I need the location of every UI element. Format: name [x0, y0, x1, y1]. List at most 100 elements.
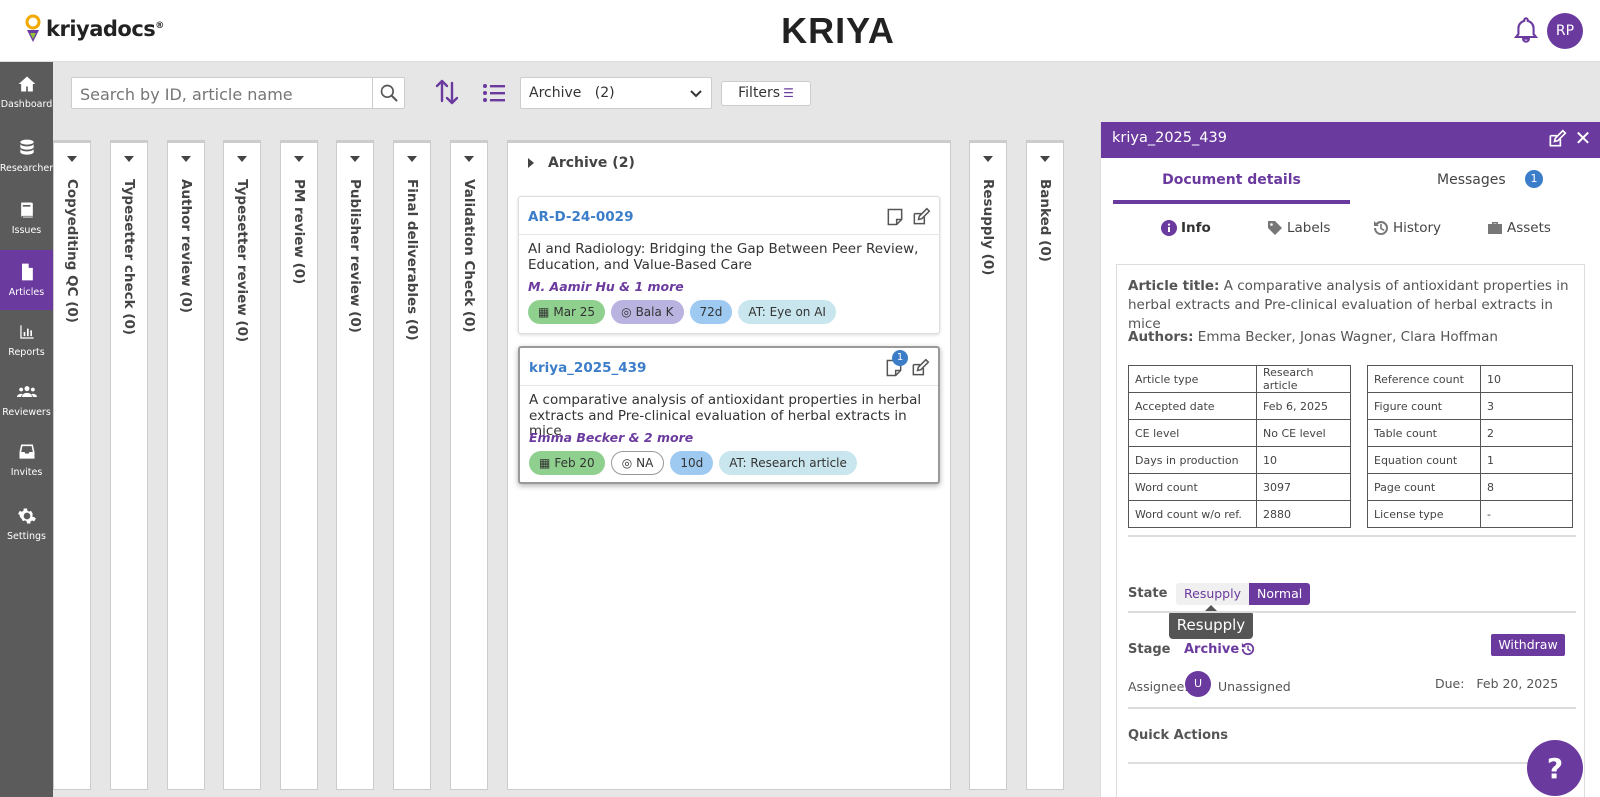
search-icon[interactable]: [379, 83, 399, 103]
meta-value: 2: [1480, 419, 1573, 447]
collapse-arrow-icon[interactable]: [67, 156, 77, 162]
state-option-resupply[interactable]: Resupply: [1176, 583, 1249, 605]
metadata-table-left: Article type Research article Accepted da…: [1128, 365, 1351, 528]
collapse-arrow-icon[interactable]: [407, 156, 417, 162]
article-card-selected[interactable]: kriya_2025_439 1 A comparative analysis …: [518, 346, 940, 484]
sidebar-item-reviewers[interactable]: Reviewers: [0, 370, 53, 430]
assignee-tag[interactable]: ◎ NA: [610, 451, 665, 475]
divider: [1128, 762, 1576, 764]
withdraw-button[interactable]: Withdraw: [1491, 634, 1565, 656]
state-label: State: [1128, 586, 1168, 601]
assignee-tag[interactable]: ◎ Bala K: [611, 300, 684, 324]
divider: [1128, 707, 1576, 709]
sidebar-item-settings[interactable]: Settings: [0, 494, 53, 554]
subtab-history[interactable]: History: [1373, 220, 1441, 236]
subtab-info[interactable]: Info: [1161, 220, 1211, 236]
assignee-avatar[interactable]: U: [1185, 671, 1211, 697]
meta-key: License type: [1367, 500, 1481, 528]
meta-key: Article type: [1128, 365, 1257, 393]
edit-icon[interactable]: [911, 207, 931, 227]
help-button[interactable]: ?: [1527, 740, 1583, 796]
meta-key: Equation count: [1367, 446, 1481, 474]
notification-bell-icon[interactable]: [1512, 16, 1540, 44]
search-input[interactable]: [80, 82, 370, 106]
meta-value: Feb 6, 2025: [1256, 392, 1351, 420]
column-copyediting-qc[interactable]: Copyediting QC (0): [53, 140, 91, 790]
stage-history-icon[interactable]: [1241, 642, 1255, 656]
note-with-badge[interactable]: 1: [884, 350, 908, 378]
sort-icon[interactable]: [435, 78, 459, 106]
article-id-link[interactable]: kriya_2025_439: [529, 360, 646, 376]
sidebar-item-articles[interactable]: Articles: [0, 250, 53, 310]
column-final-deliverables[interactable]: Final deliverables (0): [393, 140, 431, 790]
assignee-value[interactable]: Unassigned: [1218, 679, 1291, 694]
filters-button[interactable]: Filters ☰: [721, 81, 811, 106]
due-date-tag: ▦ Feb 20: [529, 451, 605, 475]
people-icon: [16, 386, 37, 397]
edit-icon[interactable]: [910, 358, 930, 378]
archive-column-header[interactable]: Archive (2): [528, 155, 635, 171]
subtab-assets[interactable]: Assets: [1487, 220, 1551, 236]
column-publisher-review[interactable]: Publisher review (0): [336, 140, 374, 790]
card-divider: [520, 385, 938, 386]
column-pm-review[interactable]: PM review (0): [280, 140, 318, 790]
sidebar-item-issues[interactable]: Issues: [0, 188, 53, 248]
state-option-normal[interactable]: Normal: [1249, 583, 1311, 605]
edit-icon[interactable]: [1547, 129, 1567, 149]
collapse-arrow-icon[interactable]: [181, 156, 191, 162]
column-typesetter-check[interactable]: Typesetter check (0): [110, 140, 148, 790]
collapse-arrow-icon[interactable]: [124, 156, 134, 162]
filters-label: Filters: [738, 85, 781, 101]
column-resupply[interactable]: Resupply (0): [969, 140, 1007, 790]
column-archive: Archive (2) AR-D-24-0029 AI and Radiolog…: [507, 140, 951, 790]
panel-title: kriya_2025_439: [1112, 130, 1227, 146]
collapse-arrow-icon[interactable]: [237, 156, 247, 162]
meta-key: Days in production: [1128, 446, 1257, 474]
stage-select[interactable]: Archive (2): [520, 77, 712, 109]
meta-key: Table count: [1367, 419, 1481, 447]
authors-value: Emma Becker, Jonas Wagner, Clara Hoffman: [1197, 329, 1498, 345]
sidebar-item-dashboard[interactable]: Dashboard: [0, 62, 53, 122]
authors-field: Authors: Emma Becker, Jonas Wagner, Clar…: [1128, 329, 1498, 345]
table-row: Equation count 1: [1367, 446, 1573, 474]
user-avatar[interactable]: RP: [1547, 13, 1583, 49]
collapse-arrow-icon[interactable]: [983, 156, 993, 162]
subtab-label: Labels: [1287, 220, 1331, 236]
due-label: Due:: [1435, 676, 1465, 691]
collapse-arrow-icon[interactable]: [294, 156, 304, 162]
panel-header: kriya_2025_439 ✕: [1101, 122, 1600, 158]
column-label: Banked (0): [1037, 179, 1053, 262]
tab-messages[interactable]: Messages: [1437, 172, 1506, 188]
tab-document-details[interactable]: Document details: [1113, 172, 1350, 188]
column-banked[interactable]: Banked (0): [1026, 140, 1064, 790]
note-icon[interactable]: [885, 207, 905, 227]
inbox-icon: [19, 444, 34, 459]
user-circle-icon: ◎: [621, 305, 632, 319]
column-author-review[interactable]: Author review (0): [167, 140, 205, 790]
article-authors[interactable]: Emma Becker & 2 more: [529, 430, 693, 445]
sidebar-item-researcher[interactable]: Researcher: [0, 126, 53, 186]
table-row: Reference count 10: [1367, 365, 1573, 393]
table-row: Days in production 10: [1128, 446, 1351, 474]
article-card[interactable]: AR-D-24-0029 AI and Radiology: Bridging …: [518, 196, 940, 334]
days-tag: 72d: [689, 300, 733, 324]
days-tag: 10d: [670, 451, 714, 475]
expand-arrow-icon[interactable]: [528, 158, 534, 168]
due-date-tag: ▦ Mar 25: [528, 300, 606, 324]
list-view-icon[interactable]: [482, 80, 506, 106]
active-tab-underline: [1113, 200, 1350, 204]
collapse-arrow-icon[interactable]: [464, 156, 474, 162]
article-authors[interactable]: M. Aamir Hu & 1 more: [528, 279, 684, 294]
sidebar-item-reports[interactable]: Reports: [0, 310, 53, 370]
sidebar-item-label: Invites: [10, 467, 43, 478]
close-icon[interactable]: ✕: [1573, 128, 1593, 148]
collapse-arrow-icon[interactable]: [350, 156, 360, 162]
subtab-label: Assets: [1507, 220, 1551, 236]
column-validation-check[interactable]: Validation Check (0): [450, 140, 488, 790]
table-row: Table count 2: [1367, 419, 1573, 447]
subtab-labels[interactable]: Labels: [1267, 220, 1330, 236]
column-typesetter-review[interactable]: Typesetter review (0): [223, 140, 261, 790]
collapse-arrow-icon[interactable]: [1040, 156, 1050, 162]
article-id-link[interactable]: AR-D-24-0029: [528, 209, 633, 225]
sidebar-item-invites[interactable]: Invites: [0, 430, 53, 490]
